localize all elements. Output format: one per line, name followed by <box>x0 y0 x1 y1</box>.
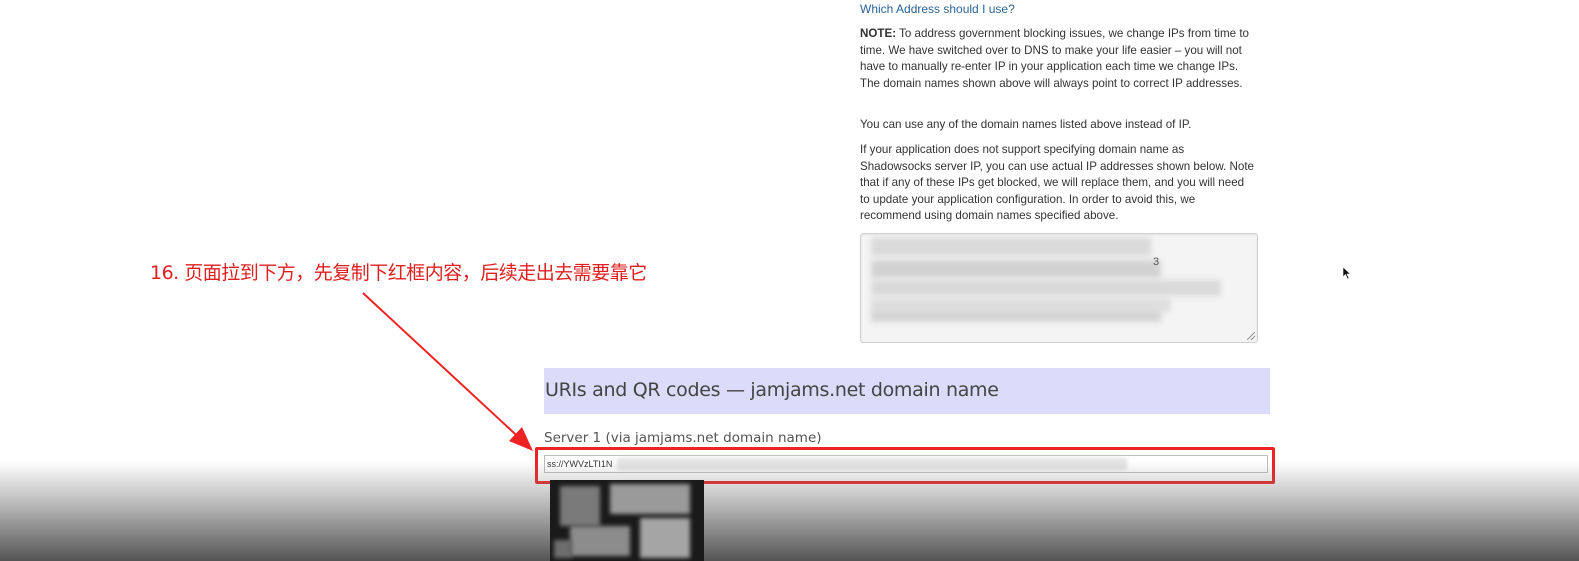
note-text: To address government blocking issues, w… <box>860 27 1250 90</box>
ip-addresses-paragraph: If your application does not support spe… <box>860 143 1254 223</box>
ip-box-visible-char: 3 <box>1153 256 1160 268</box>
server-1-label: Server 1 (via jamjams.net domain name) <box>544 430 822 446</box>
which-address-link[interactable]: Which Address should I use? <box>860 2 1015 16</box>
resize-handle[interactable] <box>1247 332 1255 340</box>
mouse-cursor-icon <box>1342 266 1352 280</box>
ip-address-textarea[interactable]: 3 <box>860 233 1258 343</box>
tutorial-annotation: 16. 页面拉到下方，先复制下红框内容，后续走出去需要靠它 <box>150 262 647 284</box>
qr-code-image <box>550 480 704 561</box>
note-paragraph: NOTE: To address government blocking iss… <box>860 26 1256 92</box>
uris-qr-section-header: URIs and QR codes — jamjams.net domain n… <box>544 368 1270 414</box>
bottom-fade-overlay <box>0 462 1579 561</box>
domain-names-paragraph: You can use any of the domain names list… <box>860 118 1192 131</box>
note-label: NOTE: <box>860 27 897 40</box>
red-arrow-icon <box>362 292 533 451</box>
section-title: URIs and QR codes — jamjams.net domain n… <box>545 379 999 401</box>
